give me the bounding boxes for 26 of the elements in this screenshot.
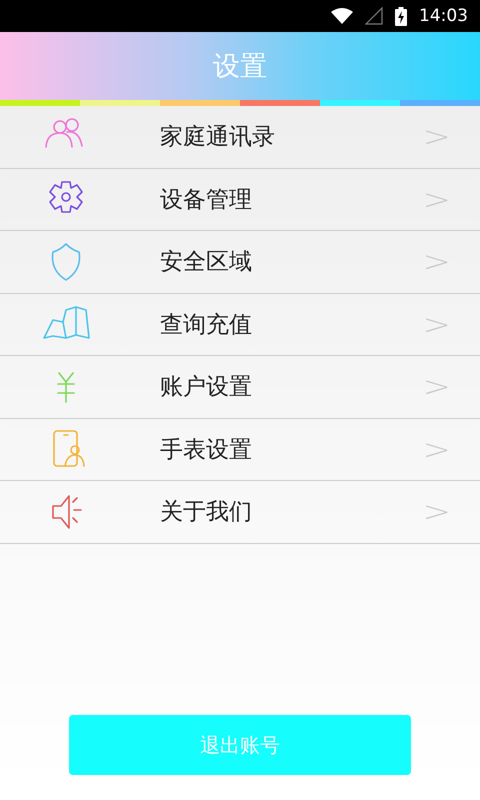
chevron: > <box>422 308 450 341</box>
chevron: > <box>422 120 450 154</box>
menu-item[interactable]: 设备管理 > <box>0 168 480 231</box>
chevron: > <box>422 182 450 216</box>
menu-label: 关于我们 <box>160 498 253 528</box>
menu-item[interactable]: 关于我们 > <box>0 481 480 544</box>
menu-label: 安全区域 <box>160 248 253 278</box>
menu-label: 家庭通讯录 <box>160 123 276 152</box>
menu-label: 账户设置 <box>160 373 253 402</box>
menu-item[interactable]: 家庭通讯录 > <box>0 106 480 168</box>
chevron: > <box>422 495 450 528</box>
menu-label: 设备管理 <box>160 186 253 215</box>
wifi-icon <box>331 8 353 24</box>
page-title: 设置 <box>213 50 267 84</box>
menu-label: 手表设置 <box>160 436 253 465</box>
menu-item[interactable]: 安全区域 > <box>0 231 480 294</box>
chevron: > <box>422 432 450 466</box>
battery-icon <box>395 6 407 26</box>
menu-item[interactable]: 手表设置 > <box>0 418 480 481</box>
menu-label: 查询充值 <box>160 310 253 340</box>
chevron: > <box>422 245 450 278</box>
status-time: 14:03 <box>419 6 468 26</box>
signal-icon <box>365 7 383 25</box>
menu-item[interactable]: 查询充值 > <box>0 294 480 356</box>
chevron: > <box>422 370 450 404</box>
menu-item[interactable]: 账户设置 > <box>0 356 480 418</box>
